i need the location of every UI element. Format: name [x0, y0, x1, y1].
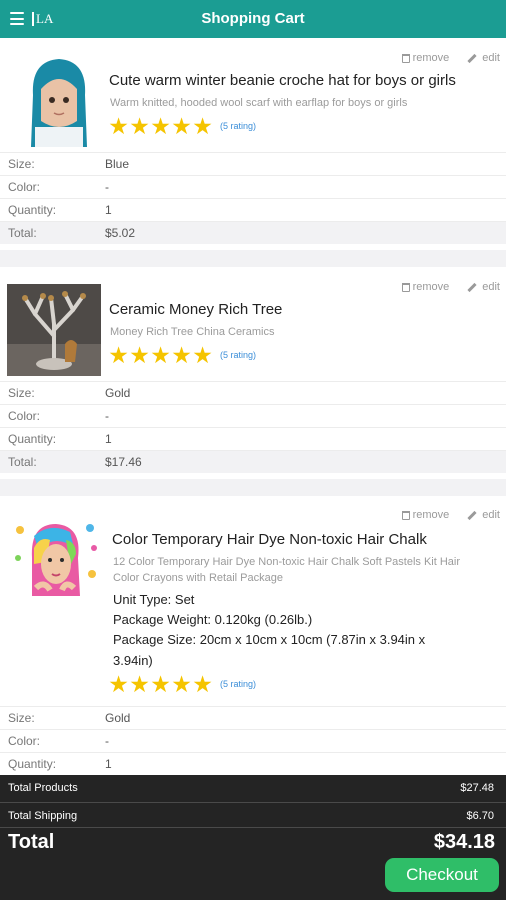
- attr-row-quantity: Quantity: 1: [0, 752, 506, 775]
- star-icon: ★: [150, 671, 171, 697]
- product-title[interactable]: Color Temporary Hair Dye Non-toxic Hair …: [112, 531, 427, 548]
- divider: [0, 802, 506, 803]
- pencil-icon: [467, 510, 477, 520]
- attr-row-color: Color: -: [0, 404, 506, 427]
- attr-row-total: Total: $17.46: [0, 450, 506, 473]
- attr-row-size: Size: Blue: [0, 152, 506, 175]
- attr-row-color: Color: -: [0, 175, 506, 198]
- edit-button[interactable]: edit: [467, 52, 500, 64]
- product-image-hair-chalk[interactable]: [10, 518, 100, 602]
- star-icon: ★: [129, 342, 150, 368]
- edit-button[interactable]: edit: [467, 281, 500, 293]
- cart-item-2: remove edit Ceramic Money Rich Tree Mone…: [0, 267, 506, 479]
- product-description: Money Rich Tree China Ceramics: [110, 326, 275, 338]
- divider: [0, 827, 506, 828]
- trash-icon: [401, 510, 410, 520]
- rating: ★ ★ ★ ★ ★ (5 rating): [108, 671, 256, 697]
- star-icon: ★: [108, 671, 129, 697]
- star-icon: ★: [192, 342, 213, 368]
- star-icon: ★: [129, 671, 150, 697]
- remove-button[interactable]: remove: [401, 281, 449, 293]
- star-icon: ★: [171, 671, 192, 697]
- trash-icon: [401, 53, 410, 63]
- star-icon: ★: [150, 342, 171, 368]
- product-image-ceramic-tree[interactable]: [7, 284, 101, 376]
- cart-summary: Total Products $27.48 Total Shipping $6.…: [0, 775, 506, 900]
- pencil-icon: [467, 53, 477, 63]
- app-header: LA Shopping Cart: [0, 0, 506, 38]
- star-icon: ★: [108, 342, 129, 368]
- edit-button[interactable]: edit: [467, 509, 500, 521]
- rating-link[interactable]: (5 rating): [220, 679, 256, 689]
- attr-row-quantity: Quantity: 1: [0, 198, 506, 221]
- rating-link[interactable]: (5 rating): [220, 350, 256, 360]
- star-icon: ★: [192, 113, 213, 139]
- product-spec-size: Package Size: 20cm x 10cm x 10cm (7.87in…: [113, 632, 426, 668]
- product-title[interactable]: Ceramic Money Rich Tree: [109, 301, 282, 318]
- attr-row-total: Total: $5.02: [0, 221, 506, 244]
- remove-button[interactable]: remove: [401, 509, 449, 521]
- star-icon: ★: [171, 113, 192, 139]
- attr-row-quantity: Quantity: 1: [0, 427, 506, 450]
- cart-item-1: remove edit Cute warm winter beanie croc…: [0, 38, 506, 250]
- product-spec-weight: Package Weight: 0.120kg (0.26lb.): [113, 612, 313, 627]
- page-title: Shopping Cart: [201, 10, 305, 27]
- star-icon: ★: [192, 671, 213, 697]
- attr-row-size: Size: Gold: [0, 381, 506, 404]
- star-icon: ★: [150, 113, 171, 139]
- attr-row-size: Size: Gold: [0, 706, 506, 729]
- rating: ★ ★ ★ ★ ★ (5 rating): [108, 342, 256, 368]
- product-description: 12 Color Temporary Hair Dye Non-toxic Ha…: [113, 556, 461, 584]
- product-description: Warm knitted, hooded wool scarf with ear…: [110, 97, 408, 109]
- checkout-button[interactable]: Checkout: [385, 858, 499, 892]
- pencil-icon: [467, 282, 477, 292]
- rating-link[interactable]: (5 rating): [220, 121, 256, 131]
- product-image-beanie[interactable]: [27, 55, 91, 147]
- remove-button[interactable]: remove: [401, 52, 449, 64]
- star-icon: ★: [108, 113, 129, 139]
- star-icon: ★: [171, 342, 192, 368]
- attr-row-color: Color: -: [0, 729, 506, 752]
- trash-icon: [401, 282, 410, 292]
- product-title[interactable]: Cute warm winter beanie croche hat for b…: [109, 72, 456, 89]
- cart-item-3: remove edit Color Temporary Hair Dye Non…: [0, 496, 506, 775]
- star-icon: ★: [129, 113, 150, 139]
- product-spec-unit-type: Unit Type: Set: [113, 592, 195, 607]
- rating: ★ ★ ★ ★ ★ (5 rating): [108, 113, 256, 139]
